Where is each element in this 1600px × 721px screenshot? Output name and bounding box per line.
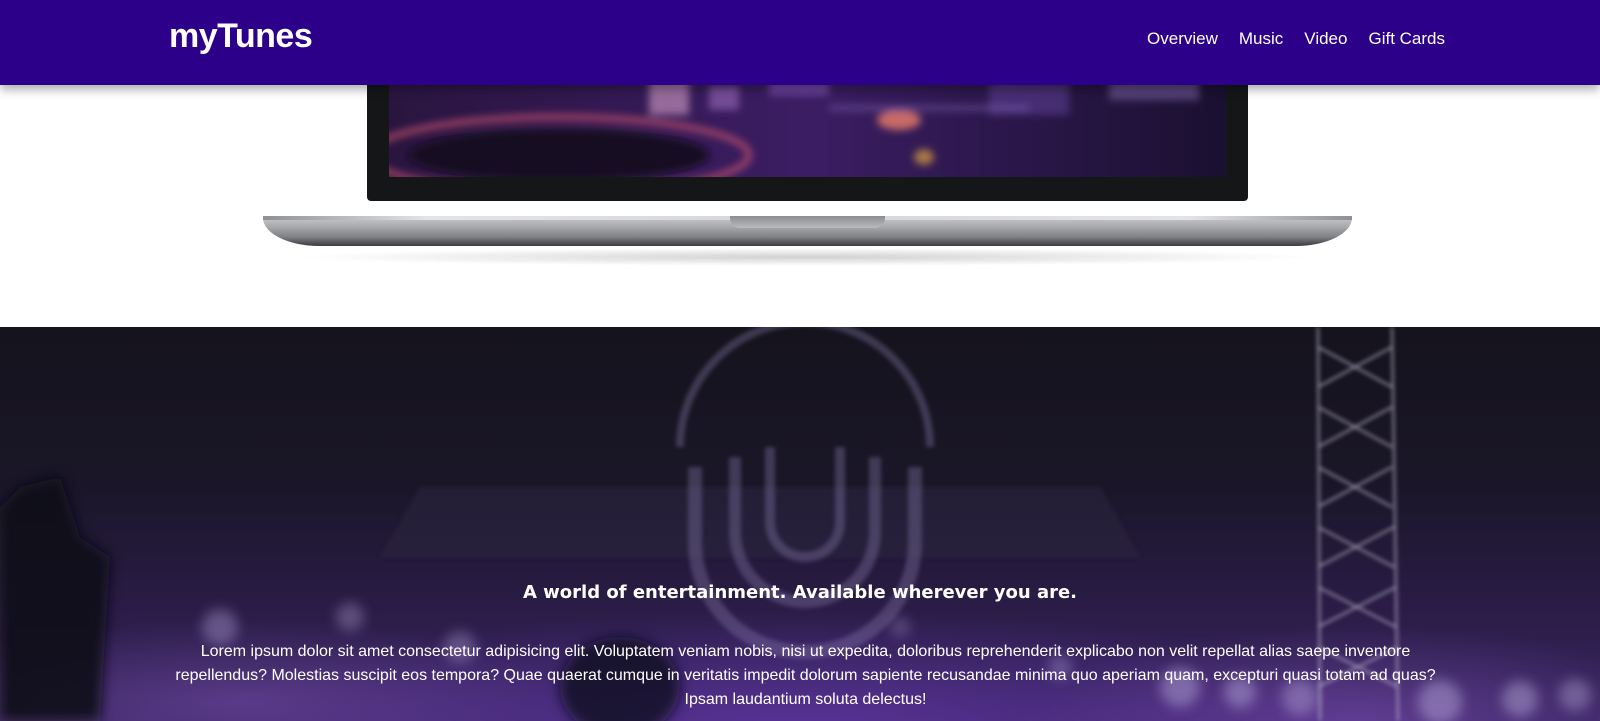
nav-link-overview[interactable]: Overview <box>1147 29 1218 49</box>
hero-body-text: Lorem ipsum dolor sit amet consectetur a… <box>175 643 1436 708</box>
main-nav: Overview Music Video Gift Cards <box>1147 29 1445 49</box>
nav-link-gift-cards[interactable]: Gift Cards <box>1368 29 1445 49</box>
laptop-shadow <box>290 248 1320 266</box>
nav-link-video[interactable]: Video <box>1304 29 1347 49</box>
brand-logo[interactable]: myTunes <box>169 17 313 56</box>
navbar: myTunes Overview Music Video Gift Cards <box>0 0 1600 85</box>
nav-link-music[interactable]: Music <box>1239 29 1283 49</box>
laptop-section <box>0 75 1600 327</box>
hero-section: A world of entertainment. Available wher… <box>0 327 1600 721</box>
page: myTunes Overview Music Video Gift Cards <box>0 0 1600 721</box>
laptop-screen-image <box>389 75 1226 177</box>
laptop-image <box>367 75 1248 201</box>
hero-title: A world of entertainment. Available wher… <box>522 582 1078 603</box>
laptop-notch <box>730 216 885 228</box>
